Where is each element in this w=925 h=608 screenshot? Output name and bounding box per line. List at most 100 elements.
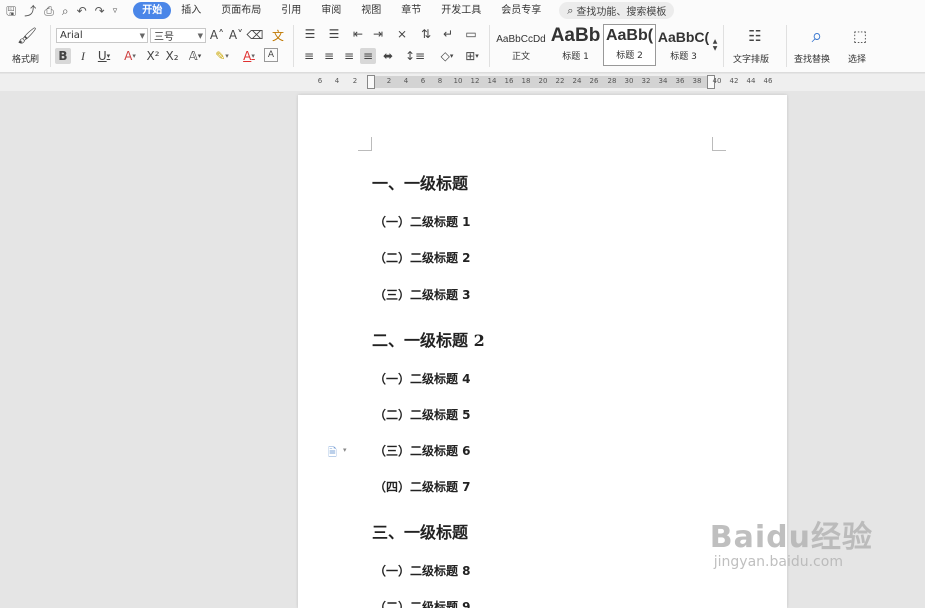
ruler-tick: 12 (470, 77, 480, 85)
ruler-tick: 18 (521, 77, 531, 85)
tab-view[interactable]: 视图 (351, 2, 391, 19)
undo-icon[interactable]: ↶ (77, 5, 87, 17)
find-replace-icon[interactable]: ⌕ (805, 24, 829, 48)
tab-insert[interactable]: 插入 (171, 2, 211, 19)
style-name: 正文 (511, 52, 530, 62)
margin-corner-mark (712, 137, 726, 151)
style-heading-2[interactable]: AaBb( 标题 2 (603, 24, 656, 66)
search-icon: ⌕ (567, 3, 574, 17)
heading-2-line[interactable]: （四）二级标题 7 (374, 478, 471, 495)
heading-2-line[interactable]: （二）二级标题 9 (374, 598, 471, 608)
show-marks-icon[interactable]: ↵ (440, 26, 456, 42)
chevron-down-icon: ▼ (139, 31, 145, 40)
numbered-list-icon[interactable]: ☰ (325, 26, 343, 42)
highlight-icon[interactable]: ✎ ▾ (210, 48, 234, 64)
ribbon-home: 🖌 格式刷 Arial ▼ 三号 ▼ A˄ A˅ ⌫ 文 B I U ▾ A ▾ X² … (0, 21, 925, 73)
ruler-tick: 4 (334, 77, 340, 85)
search-placeholder: 查找功能、搜索模板 (576, 7, 667, 18)
print-preview-icon[interactable]: ⌕ (62, 5, 69, 17)
bullet-list-icon[interactable]: ☰ (301, 26, 319, 42)
clear-format-icon[interactable]: ⌫ (247, 27, 264, 43)
char-border-icon[interactable]: A (264, 48, 278, 62)
decrease-indent-icon[interactable]: ⇤ (350, 26, 366, 42)
find-replace-label[interactable]: 查找替换 (794, 52, 830, 65)
style-heading-1[interactable]: AaBb 标题 1 (549, 24, 602, 66)
heading-1-line[interactable]: 三、一级标题 (372, 519, 468, 543)
align-left-icon[interactable]: ≡ (301, 48, 317, 64)
shading-icon[interactable]: ◇ ▾ (436, 48, 458, 64)
heading-2-line[interactable]: （一）二级标题 8 (374, 562, 471, 579)
underline-icon[interactable]: U ▾ (94, 48, 114, 64)
horizontal-ruler[interactable]: 6 4 2 2 4 6 8 10 12 14 16 18 20 22 24 26… (0, 74, 925, 91)
share-icon[interactable]: ⤴ (24, 5, 36, 17)
ruler-tick: 44 (746, 77, 756, 85)
watermark: Baidu经验 jingyan.baidu.com (710, 512, 873, 570)
chevron-down-icon: ▼ (197, 31, 203, 40)
increase-indent-icon[interactable]: ⇥ (370, 26, 386, 42)
heading-2-line[interactable]: （三）二级标题 6 (374, 442, 471, 459)
tab-references[interactable]: 引用 (271, 2, 311, 19)
tab-home[interactable]: 开始 (133, 2, 172, 19)
table-layout-icon[interactable]: ▭ (463, 26, 479, 42)
shrink-font-icon[interactable]: A˅ (229, 27, 243, 43)
customize-icon[interactable]: ▿ (113, 5, 118, 17)
heading-1-line[interactable]: 一、一级标题 (372, 170, 468, 194)
save-icon[interactable]: 🖫 (6, 5, 16, 17)
distributed-icon[interactable]: ⬌ (380, 48, 396, 64)
watermark-brand: Baidu经验 (709, 520, 873, 555)
chinese-layout-icon[interactable]: ⨯ (392, 26, 412, 42)
superscript-icon[interactable]: X² (145, 48, 161, 64)
borders-icon[interactable]: ⊞ ▾ (461, 48, 483, 64)
align-center-icon[interactable]: ≡ (321, 48, 337, 64)
strikethrough-icon[interactable]: A ▾ (119, 48, 141, 64)
style-sample: AaBbC( (657, 29, 710, 45)
style-normal[interactable]: AaBbCcDd 正文 (494, 24, 548, 66)
select-icon[interactable]: ⬚ (849, 25, 871, 47)
justify-icon[interactable]: ≡ (360, 48, 376, 64)
style-heading-3[interactable]: AaBbC( 标题 3 (657, 24, 710, 66)
font-size-select[interactable]: 三号 ▼ (150, 28, 206, 43)
ruler-tick: 42 (729, 77, 739, 85)
feature-search[interactable]: ⌕ 查找功能、搜索模板 (559, 2, 675, 19)
sort-icon[interactable]: ⇅ (418, 26, 434, 42)
chevron-down-icon[interactable]: ▾ (343, 446, 347, 454)
tab-developer[interactable]: 开发工具 (431, 2, 491, 19)
line-spacing-icon[interactable]: ↕≡ (404, 48, 426, 64)
format-painter-icon[interactable]: 🖌 (16, 25, 38, 45)
align-right-icon[interactable]: ≡ (341, 48, 357, 64)
heading-2-line[interactable]: （三）二级标题 3 (374, 286, 471, 303)
bold-icon[interactable]: B (55, 48, 71, 64)
font-name-select[interactable]: Arial ▼ (56, 28, 148, 43)
heading-2-line[interactable]: （二）二级标题 5 (374, 406, 471, 423)
print-icon[interactable]: ⎙ (44, 5, 54, 17)
ribbon-tabs: 开始 插入 页面布局 引用 审阅 视图 章节 开发工具 会员专享 (133, 2, 551, 19)
ruler-tick: 24 (572, 77, 582, 85)
redo-icon[interactable]: ↷ (95, 5, 105, 17)
italic-icon[interactable]: I (76, 48, 90, 64)
style-gallery-scroll[interactable]: ▲ ▼ (711, 25, 719, 65)
subscript-icon[interactable]: X₂ (164, 48, 180, 64)
style-name: 标题 2 (616, 51, 643, 61)
heading-2-line[interactable]: （二）二级标题 2 (374, 249, 471, 266)
select-label[interactable]: 选择 (848, 52, 866, 65)
left-indent-marker[interactable] (367, 75, 375, 89)
style-sample: AaBb (550, 25, 601, 46)
tab-page-layout[interactable]: 页面布局 (211, 2, 271, 19)
heading-2-line[interactable]: （一）二级标题 4 (374, 370, 471, 387)
margin-corner-mark (358, 137, 372, 151)
phonetic-guide-icon[interactable]: 文 (268, 27, 288, 43)
format-painter-label[interactable]: 格式刷 (12, 52, 39, 65)
text-effect-icon[interactable]: 𝔸 ▾ (184, 48, 206, 64)
heading-2-line[interactable]: （一）二级标题 1 (374, 213, 471, 230)
tab-chapter[interactable]: 章节 (391, 2, 431, 19)
tab-member[interactable]: 会员专享 (491, 2, 551, 19)
tab-review[interactable]: 审阅 (311, 2, 351, 19)
font-color-icon[interactable]: A ▾ (238, 48, 260, 64)
text-layout-icon[interactable]: ☷ (744, 25, 766, 47)
paragraph-layout-icon[interactable]: 🗎 (328, 444, 337, 463)
grow-font-icon[interactable]: A˄ (210, 27, 224, 43)
style-sample: AaBb( (605, 27, 654, 44)
heading-1-line[interactable]: 二、一级标题 2 (372, 327, 485, 351)
text-layout-label[interactable]: 文字排版 (733, 52, 769, 65)
style-name: 标题 3 (670, 52, 697, 62)
